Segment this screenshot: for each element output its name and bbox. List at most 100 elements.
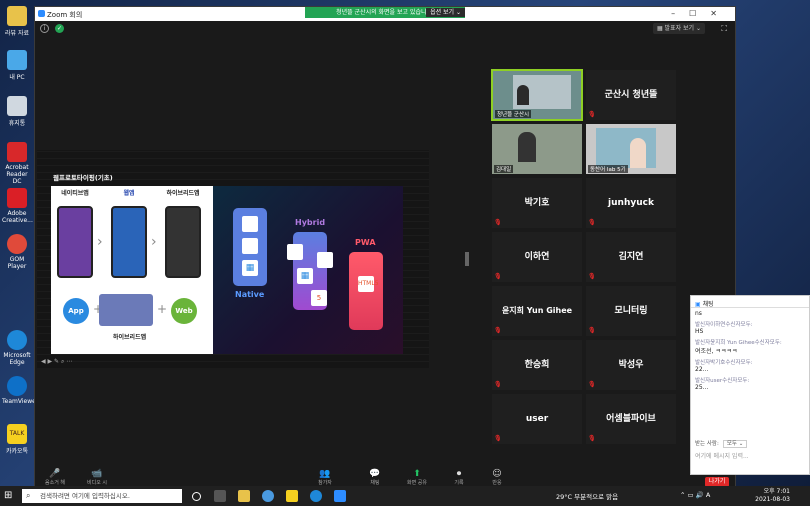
desktop-icon-folder[interactable]: 라뷰 자료 bbox=[2, 6, 32, 37]
desktop-icon-gom[interactable]: GOM Player bbox=[2, 234, 32, 270]
record-icon: ⏺ bbox=[456, 469, 462, 479]
participant-name: 윤지희 Yun Gihee bbox=[501, 306, 573, 315]
kakaotalk-taskbar-icon[interactable] bbox=[286, 490, 298, 502]
chat-panel: ▣ 채팅 ns 발신자이하연수신자모두: HS 발신자윤지희 Yun Gihee… bbox=[690, 295, 810, 475]
taskbar-clock[interactable]: 오후 7:01 2021-08-03 bbox=[755, 488, 790, 504]
weather-widget[interactable]: 29°C 부분적으로 맑음 bbox=[556, 491, 618, 501]
recipient-dropdown[interactable]: 모두 ⌄ bbox=[722, 440, 748, 448]
splitter-handle[interactable] bbox=[465, 252, 469, 266]
participant-name: 한승희 bbox=[524, 360, 550, 370]
task-view-icon[interactable] bbox=[192, 492, 201, 501]
muted-mic-icon: 🎙 bbox=[588, 111, 596, 118]
desktop-icon-acrobat[interactable]: Acrobat Reader DC bbox=[2, 142, 32, 185]
fullscreen-icon[interactable]: ⛶ bbox=[721, 24, 727, 34]
participant-tile[interactable]: 모니터링 🎙 bbox=[585, 285, 677, 337]
presentation-slide: 웹프로토타이핑(기초) 네이티브앱 웹앱 하이브리드앱 › › App + + … bbox=[51, 174, 403, 354]
desktop-icon-adobe[interactable]: Adobe Creative... bbox=[2, 188, 33, 224]
web-app-label: 웹앱 bbox=[123, 190, 135, 197]
gom-player-icon bbox=[7, 234, 27, 254]
shared-screen: 웹프로토타이핑(기초) 네이티브앱 웹앱 하이브리드앱 › › App + + … bbox=[37, 150, 429, 368]
chat-sender: 발신자박기호수신자모두: bbox=[695, 360, 753, 366]
reactions-button[interactable]: ☺ 반응 bbox=[485, 469, 509, 487]
teamviewer-icon bbox=[7, 376, 27, 396]
chat-messages: ns 발신자이하연수신자모두: HS 발신자윤지희 Yun Gihee수신자모두… bbox=[695, 310, 807, 391]
participants-button[interactable]: 👥 참가자 bbox=[313, 469, 337, 487]
apple-icon bbox=[287, 244, 303, 260]
desktop-icon-my-pc[interactable]: 내 PC bbox=[2, 50, 32, 81]
security-shield-icon[interactable]: ✓ bbox=[55, 24, 64, 33]
maximize-icon[interactable]: ☐ bbox=[689, 9, 710, 18]
chrome-icon[interactable] bbox=[262, 490, 274, 502]
folder-icon bbox=[7, 6, 27, 26]
participant-tile[interactable]: 군산시 청년뜰 🎙 bbox=[585, 69, 677, 121]
info-icon[interactable]: i bbox=[40, 24, 49, 33]
share-screen-button[interactable]: ⬆ 화면 공유 bbox=[405, 470, 429, 487]
participant-tile[interactable]: user 🎙 bbox=[491, 393, 583, 445]
participant-name: 어셈블파이브 bbox=[606, 414, 656, 424]
windows-taskbar: ⊞ ⌕ 검색하려면 여기에 입력하십시오. 29°C 부분적으로 맑음 ⌃ ▭ 🔊… bbox=[0, 486, 810, 506]
windows-start-icon[interactable]: ⊞ bbox=[4, 490, 12, 501]
notice-text: 청년뜰 군산시의 화면을 보고 있습니다. bbox=[336, 9, 434, 16]
window-controls: –☐✕ bbox=[671, 9, 731, 18]
close-icon[interactable]: ✕ bbox=[710, 9, 731, 18]
video-camera-icon: 📹 bbox=[91, 469, 103, 479]
kakaotalk-icon: TALK bbox=[7, 424, 27, 444]
chat-message: 여조선, ㅋㅋㅋㅋ bbox=[695, 348, 738, 355]
muted-mic-icon: 🎙 bbox=[588, 327, 596, 334]
chat-sender: 발신자윤지희 Yun Gihee수신자모두: bbox=[695, 340, 782, 346]
muted-mic-icon: 🎙 bbox=[494, 435, 502, 442]
title-bar: Zoom 회의 청년뜰 군산시의 화면을 보고 있습니다. 옵션 보기 ⌄ –☐✕ bbox=[35, 7, 735, 21]
file-explorer-icon[interactable] bbox=[238, 490, 250, 502]
muted-mic-icon: 🎙 bbox=[588, 273, 596, 280]
participant-tile[interactable]: 박성우 🎙 bbox=[585, 339, 677, 391]
participant-tile[interactable]: 한승희 🎙 bbox=[491, 339, 583, 391]
participant-tile[interactable]: 이하연 🎙 bbox=[491, 231, 583, 283]
meeting-top-bar: i ✓ ▦ 발표자 보기 ⌄ ⛶ bbox=[35, 21, 735, 37]
participant-tile[interactable]: 김대일 bbox=[491, 123, 583, 175]
view-options-button[interactable]: 옵션 보기 ⌄ bbox=[426, 8, 465, 17]
desktop-icon-recycle-bin[interactable]: 휴지통 bbox=[2, 96, 32, 127]
edge-taskbar-icon[interactable] bbox=[310, 490, 322, 502]
search-icon: ⌕ bbox=[26, 491, 31, 500]
participant-tile[interactable]: 박기호 🎙 bbox=[491, 177, 583, 229]
record-button[interactable]: ⏺ 기록 bbox=[447, 469, 471, 487]
participant-name: 김지연 bbox=[618, 252, 644, 262]
participant-tile[interactable]: junhyuck 🎙 bbox=[585, 177, 677, 229]
chat-sender: 발신자이하연수신자모두: bbox=[695, 322, 753, 328]
desktop-icon-teamviewer[interactable]: TeamViewer bbox=[2, 376, 38, 405]
desktop-icon-edge[interactable]: Microsoft Edge bbox=[2, 330, 32, 366]
computer-icon bbox=[7, 50, 27, 70]
speaker-view-button[interactable]: ▦ 발표자 보기 ⌄ bbox=[652, 23, 705, 34]
participant-tile[interactable]: 김지연 🎙 bbox=[585, 231, 677, 283]
chat-button[interactable]: 💬 채팅 bbox=[363, 470, 387, 487]
chat-message: 22... bbox=[695, 366, 709, 373]
zoom-taskbar-icon[interactable] bbox=[334, 490, 346, 502]
slide-left-panel: 네이티브앱 웹앱 하이브리드앱 › › App + + Web 하이브리드앱 bbox=[51, 186, 211, 354]
widgets-icon[interactable] bbox=[214, 490, 226, 502]
windows-icon: ▦ bbox=[297, 268, 313, 284]
participants-icon: 👥 bbox=[319, 469, 331, 479]
hybrid-app-label: 하이브리드앱 bbox=[166, 190, 200, 197]
participant-name: 김대일 bbox=[494, 165, 514, 173]
participant-tile[interactable]: 동찬어 lab 5기 bbox=[585, 123, 677, 175]
meeting-toolbar: 🎤음소거 해제 📹비디오 시작 👥참가자 💬채팅 ⬆화면 공유 ⏺기록 ☺반응 bbox=[35, 467, 735, 493]
adobe-icon bbox=[7, 188, 27, 208]
participant-tile[interactable]: 윤지희 Yun Gihee 🎙 bbox=[491, 285, 583, 337]
taskbar-search-input[interactable]: ⌕ 검색하려면 여기에 입력하십시오. bbox=[22, 489, 182, 503]
system-tray-icons[interactable]: ⌃ ▭ 🔊 A bbox=[680, 491, 710, 499]
slide-controls[interactable]: ◀ ▶ ✎ ⌕ ⋯ bbox=[41, 358, 101, 366]
minimize-icon[interactable]: – bbox=[671, 9, 689, 18]
desktop-icon-kakaotalk[interactable]: TALK 카카오톡 bbox=[2, 424, 32, 455]
reactions-icon: ☺ bbox=[492, 469, 502, 479]
participant-name: 박성우 bbox=[618, 360, 644, 370]
participant-tile[interactable]: 청년뜰 군산시 bbox=[491, 69, 583, 121]
chat-message: ns bbox=[695, 310, 702, 317]
participant-name: 군산시 청년뜰 bbox=[604, 90, 658, 100]
native-app-label: 네이티브앱 bbox=[61, 190, 89, 197]
participant-video-person bbox=[630, 138, 646, 168]
participant-name: 모니터링 bbox=[614, 306, 648, 316]
html5-icon: 5 bbox=[311, 290, 327, 306]
participant-tile[interactable]: 어셈블파이브 🎙 bbox=[585, 393, 677, 445]
participant-name: 동찬어 lab 5기 bbox=[588, 165, 628, 173]
chat-input[interactable]: 여기에 메시지 입력... bbox=[695, 451, 749, 460]
